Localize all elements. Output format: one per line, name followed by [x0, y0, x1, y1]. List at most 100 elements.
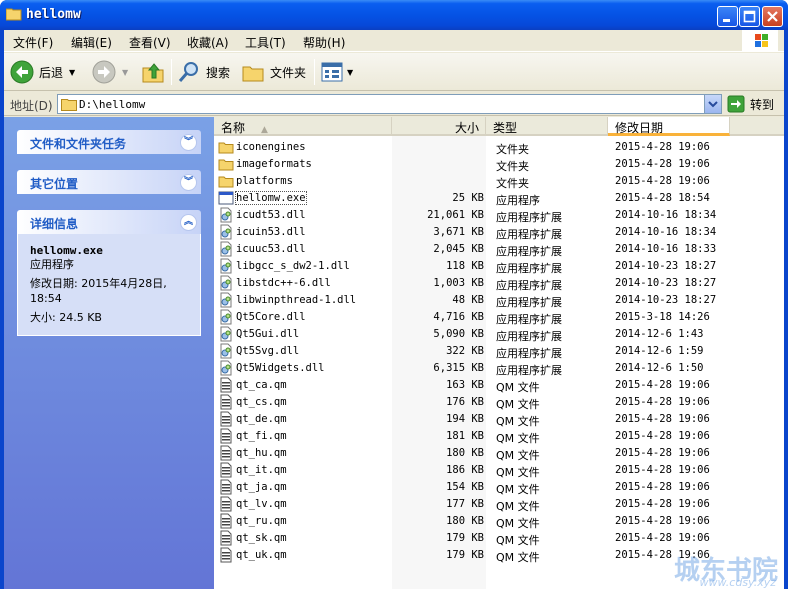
- go-button[interactable]: 转到: [727, 95, 782, 113]
- file-date: 2015-4-28 19:06: [615, 413, 710, 425]
- file-size: 180 KB: [446, 515, 484, 527]
- file-date: 2015-4-28 19:06: [615, 515, 710, 527]
- chevron-up-icon[interactable]: ︽: [180, 214, 197, 231]
- file-type: QM 文件: [496, 551, 540, 564]
- file-row[interactable]: Qt5Widgets.dll 6,315 KB 应用程序扩展 2014-12-6 1:…: [214, 360, 784, 377]
- file-name: qt_uk.qm: [236, 549, 287, 561]
- file-row[interactable]: qt_hu.qm 180 KB QM 文件 2015-4-28 19:06: [214, 445, 784, 462]
- dll-icon: [218, 241, 234, 257]
- file-date: 2014-12-6 1:50: [615, 362, 704, 374]
- file-row[interactable]: hellomw.exe 25 KB 应用程序 2015-4-28 18:54: [214, 190, 784, 207]
- menu-favorites[interactable]: 收藏(A): [187, 34, 229, 51]
- file-row[interactable]: libwinpthread-1.dll 48 KB 应用程序扩展 2014-10-23…: [214, 292, 784, 309]
- minimize-button[interactable]: [717, 6, 738, 27]
- file-type: QM 文件: [496, 517, 540, 530]
- file-name: libwinpthread-1.dll: [236, 294, 357, 306]
- detail-modified-time: 18:54: [30, 292, 62, 305]
- file-type: 应用程序扩展: [496, 347, 562, 360]
- file-date: 2014-10-23 18:27: [615, 277, 717, 289]
- address-dropdown-button[interactable]: [704, 95, 721, 113]
- close-button[interactable]: [762, 6, 783, 27]
- file-type: 应用程序扩展: [496, 364, 562, 377]
- close-icon: [767, 11, 778, 22]
- menu-edit[interactable]: 编辑(E): [71, 34, 112, 51]
- file-row[interactable]: qt_ja.qm 154 KB QM 文件 2015-4-28 19:06: [214, 479, 784, 496]
- views-button[interactable]: ▼: [320, 57, 353, 87]
- file-row[interactable]: platforms 文件夹 2015-4-28 19:06: [214, 173, 784, 190]
- task-pane: 文件和文件夹任务 ︾ 其它位置 ︾ 详细信息 ︽ hellomw.exe 应用程…: [4, 117, 214, 589]
- column-size[interactable]: 大小: [392, 117, 486, 136]
- file-row[interactable]: qt_sk.qm 179 KB QM 文件 2015-4-28 19:06: [214, 530, 784, 547]
- back-button[interactable]: 后退 ▼: [10, 57, 75, 87]
- address-input[interactable]: D:\hellomw: [57, 94, 722, 114]
- folder-icon: [6, 8, 22, 21]
- column-type[interactable]: 类型: [486, 117, 608, 136]
- maximize-button[interactable]: [739, 6, 760, 27]
- dll-icon: [218, 360, 234, 376]
- file-size: 186 KB: [446, 464, 484, 476]
- qm-file-icon: [218, 462, 234, 478]
- file-size: 163 KB: [446, 379, 484, 391]
- file-name: imageformats: [236, 158, 312, 170]
- search-icon: [178, 62, 198, 82]
- chevron-down-icon[interactable]: ︾: [180, 134, 197, 151]
- file-name: icuuc53.dll: [236, 243, 306, 255]
- file-row[interactable]: libstdc++-6.dll 1,003 KB 应用程序扩展 2014-10-23 …: [214, 275, 784, 292]
- file-row[interactable]: libgcc_s_dw2-1.dll 118 KB 应用程序扩展 2014-10-23…: [214, 258, 784, 275]
- panel-header[interactable]: 详细信息 ︽: [17, 210, 201, 234]
- file-row[interactable]: iconengines 文件夹 2015-4-28 19:06: [214, 139, 784, 156]
- file-row[interactable]: icudt53.dll 21,061 KB 应用程序扩展 2014-10-16 18:…: [214, 207, 784, 224]
- file-row[interactable]: qt_de.qm 194 KB QM 文件 2015-4-28 19:06: [214, 411, 784, 428]
- folder-icon: [218, 156, 234, 172]
- forward-button[interactable]: ▼: [92, 57, 128, 87]
- file-size: 194 KB: [446, 413, 484, 425]
- file-row[interactable]: icuin53.dll 3,671 KB 应用程序扩展 2014-10-16 18:3…: [214, 224, 784, 241]
- menu-help[interactable]: 帮助(H): [303, 34, 345, 51]
- file-size: 154 KB: [446, 481, 484, 493]
- file-row[interactable]: Qt5Gui.dll 5,090 KB 应用程序扩展 2014-12-6 1:43: [214, 326, 784, 343]
- menu-view[interactable]: 查看(V): [129, 34, 171, 51]
- file-size: 2,045 KB: [433, 243, 484, 255]
- views-dropdown-icon[interactable]: ▼: [347, 68, 353, 77]
- qm-file-icon: [218, 445, 234, 461]
- search-button[interactable]: 搜索: [177, 57, 230, 87]
- column-date-modified[interactable]: 修改日期: [608, 117, 730, 136]
- file-date: 2014-12-6 1:43: [615, 328, 704, 340]
- detail-type: 应用程序: [30, 258, 74, 271]
- folders-button[interactable]: 文件夹: [241, 57, 306, 87]
- file-row[interactable]: qt_fi.qm 181 KB QM 文件 2015-4-28 19:06: [214, 428, 784, 445]
- file-size: 5,090 KB: [433, 328, 484, 340]
- file-row[interactable]: qt_it.qm 186 KB QM 文件 2015-4-28 19:06: [214, 462, 784, 479]
- file-row[interactable]: qt_cs.qm 176 KB QM 文件 2015-4-28 19:06: [214, 394, 784, 411]
- file-row[interactable]: qt_lv.qm 177 KB QM 文件 2015-4-28 19:06: [214, 496, 784, 513]
- qm-file-icon: [218, 496, 234, 512]
- file-row[interactable]: Qt5Svg.dll 322 KB 应用程序扩展 2014-12-6 1:59: [214, 343, 784, 360]
- minimize-icon: [723, 19, 730, 22]
- file-type: QM 文件: [496, 415, 540, 428]
- up-folder-button[interactable]: [141, 57, 165, 87]
- chevron-down-icon[interactable]: ︾: [180, 174, 197, 191]
- panel-header[interactable]: 其它位置 ︾: [17, 170, 201, 194]
- file-date: 2015-4-28 19:06: [615, 447, 710, 459]
- file-type: QM 文件: [496, 398, 540, 411]
- column-name[interactable]: 名称 ▲: [214, 117, 392, 136]
- file-list[interactable]: 名称 ▲ 大小 类型 修改日期 iconengines 文件夹 2015-4-28 1…: [214, 117, 784, 589]
- back-dropdown-icon[interactable]: ▼: [69, 68, 75, 77]
- menu-tools[interactable]: 工具(T): [245, 34, 286, 51]
- file-row[interactable]: Qt5Core.dll 4,716 KB 应用程序扩展 2015-3-18 14:26: [214, 309, 784, 326]
- explorer-window: hellomw 文件(F) 编辑(E) 查看(V) 收藏(A) 工具(T) 帮助…: [0, 0, 788, 589]
- forward-dropdown-icon[interactable]: ▼: [122, 68, 128, 77]
- file-size: 181 KB: [446, 430, 484, 442]
- file-row[interactable]: imageformats 文件夹 2015-4-28 19:06: [214, 156, 784, 173]
- folder-icon: [61, 99, 77, 111]
- file-row[interactable]: qt_ru.qm 180 KB QM 文件 2015-4-28 19:06: [214, 513, 784, 530]
- dll-icon: [218, 275, 234, 291]
- qm-file-icon: [218, 411, 234, 427]
- file-row[interactable]: icuuc53.dll 2,045 KB 应用程序扩展 2014-10-16 18:3…: [214, 241, 784, 258]
- file-row[interactable]: qt_ca.qm 163 KB QM 文件 2015-4-28 19:06: [214, 377, 784, 394]
- panel-header[interactable]: 文件和文件夹任务 ︾: [17, 130, 201, 154]
- title-bar[interactable]: hellomw: [0, 0, 788, 30]
- file-name: qt_hu.qm: [236, 447, 287, 459]
- views-icon: [321, 62, 343, 82]
- menu-file[interactable]: 文件(F): [13, 34, 53, 51]
